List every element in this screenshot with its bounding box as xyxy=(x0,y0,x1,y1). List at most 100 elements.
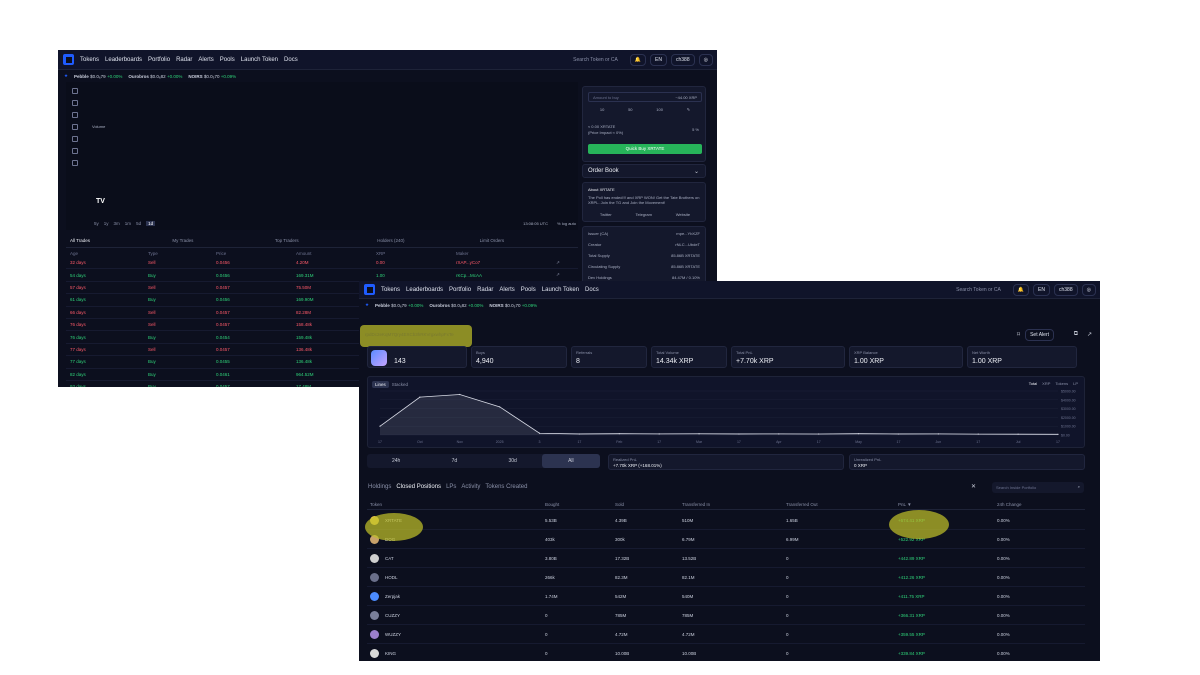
position-row[interactable]: CAT 3.80B 17.32B 13.52B 0 +442.89 XRP 0.00% xyxy=(367,549,1085,568)
nav-alerts[interactable]: Alerts xyxy=(499,287,514,293)
tf-3m[interactable]: 3m xyxy=(114,221,120,226)
position-token[interactable]: Zerpjak xyxy=(367,591,545,601)
col-transferred-out[interactable]: Transferred Out xyxy=(786,502,898,507)
tab-holders[interactable]: Holders (240) xyxy=(373,238,475,247)
star-icon[interactable]: ★ xyxy=(64,73,68,79)
position-token[interactable]: WUZZY xyxy=(367,629,545,639)
col-bought[interactable]: Bought xyxy=(545,502,615,507)
tab-all-trades[interactable]: All Trades xyxy=(66,238,168,247)
range-24h[interactable]: 24h xyxy=(367,454,425,468)
nav-pools[interactable]: Pools xyxy=(521,287,536,293)
nav-tokens[interactable]: Tokens xyxy=(80,57,99,63)
amount-input[interactable]: Amount to buy ~44.00 XRP xyxy=(588,92,702,102)
position-row[interactable]: HODL 266k 82.3M 82.1M 0 +412.26 XRP 0.00% xyxy=(367,568,1085,587)
tab-holdings[interactable]: Holdings xyxy=(368,484,391,490)
order-book-header[interactable]: Order Book ⌄ xyxy=(582,164,706,178)
website-link[interactable]: Website xyxy=(676,212,690,217)
tab-limit-orders[interactable]: Limit Orders xyxy=(476,238,578,247)
quick-buy-button[interactable]: Quick Buy XRTATE xyxy=(588,144,702,154)
portfolio-search-input[interactable]: Search Inside Portfolio ⌕ xyxy=(992,482,1084,493)
language-select[interactable]: EN xyxy=(1033,283,1050,296)
trendline-icon[interactable] xyxy=(72,100,78,106)
position-token[interactable]: CAT xyxy=(367,553,545,563)
col-pnl[interactable]: PnL ▼ xyxy=(898,502,997,507)
logo-icon[interactable] xyxy=(364,284,375,295)
external-link-icon[interactable]: ↗ xyxy=(556,260,578,266)
trade-maker[interactable]: rXAP...yCo7 xyxy=(456,260,556,265)
scale-options[interactable]: % log auto xyxy=(557,221,576,226)
slippage-value[interactable]: 5 % xyxy=(692,127,699,132)
position-row[interactable]: CUZZY 0 785M 785M 0 +366.31 XRP 0.00% xyxy=(367,606,1085,625)
max-label[interactable]: ~44.00 XRP xyxy=(675,95,697,100)
tf-1d[interactable]: 1d xyxy=(146,221,156,226)
portfolio-chart[interactable]: Lines Stacked Total XRP Tokens LP $5000.… xyxy=(367,376,1085,448)
col-amount[interactable]: Amount xyxy=(296,251,376,256)
nav-docs[interactable]: Docs xyxy=(585,287,599,293)
tf-5y[interactable]: 5y xyxy=(94,221,99,226)
wallet-balance[interactable]: ch388 xyxy=(1054,283,1078,296)
range-all[interactable]: All xyxy=(541,454,600,468)
logo-icon[interactable] xyxy=(63,54,74,65)
preset-50[interactable]: 50 xyxy=(628,107,632,112)
copy-icon[interactable]: ⧉ xyxy=(1074,331,1078,338)
nav-launch-token[interactable]: Launch Token xyxy=(542,287,579,293)
info-value[interactable]: 85.86B XRTATE xyxy=(671,264,700,273)
measure-icon[interactable] xyxy=(72,124,78,130)
position-row[interactable]: DOG403k300k6.79M6.99M+522.92 XRP0.00% xyxy=(367,530,1085,549)
info-value[interactable]: 85.86B XRTATE xyxy=(671,253,700,262)
col-maker[interactable]: Maker xyxy=(456,251,556,256)
info-value[interactable]: rNLC...UbdeT xyxy=(675,242,700,251)
chevron-down-icon[interactable]: ⌄ xyxy=(694,168,699,175)
search-input[interactable]: Search Token or CA xyxy=(573,57,618,63)
tab-my-trades[interactable]: My Trades xyxy=(168,238,270,247)
lock-icon[interactable] xyxy=(72,160,78,166)
position-row[interactable]: KING 0 10.00B 10.00B 0 +339.84 XRP 0.00% xyxy=(367,644,1085,661)
star-icon[interactable]: ★ xyxy=(365,302,369,308)
nav-radar[interactable]: Radar xyxy=(176,57,192,63)
nav-docs[interactable]: Docs xyxy=(284,57,298,63)
nav-launch-token[interactable]: Launch Token xyxy=(241,57,278,63)
info-value[interactable]: rnpe...YbXZF xyxy=(676,231,700,240)
external-link-icon[interactable]: ↗ xyxy=(556,272,578,278)
ticker-noirs[interactable]: NOIRS $0.0₅70 +0.09% xyxy=(489,303,537,308)
bell-icon[interactable]: 🔔 xyxy=(1012,283,1030,296)
crosshair-icon[interactable] xyxy=(72,88,78,94)
nav-alerts[interactable]: Alerts xyxy=(198,57,213,63)
ticker-noirs[interactable]: NOIRS $0.0₅70 +0.09% xyxy=(188,74,236,79)
ticker-pebble[interactable]: Pebble $0.0₆79 +0.00% xyxy=(74,74,122,79)
edit-icon[interactable]: ✎ xyxy=(687,107,690,112)
nav-leaderboards[interactable]: Leaderboards xyxy=(105,57,142,63)
brush-icon[interactable] xyxy=(72,136,78,142)
position-row[interactable]: WUZZY 0 4.72M 4.72M 0 +359.55 XRP 0.00% xyxy=(367,625,1085,644)
tab-closed-positions[interactable]: Closed Positions xyxy=(396,484,441,490)
ticker-ourobros[interactable]: Ourobros $0.0₆82 +0.00% xyxy=(128,74,182,79)
close-icon[interactable]: ✕ xyxy=(971,483,976,490)
col-xrp[interactable]: XRP xyxy=(376,251,456,256)
search-input[interactable]: Search Token or CA xyxy=(956,287,1001,293)
wallet-balance[interactable]: ch388 xyxy=(671,53,695,66)
position-row[interactable]: XRTATE5.53B4.39B510M1.65B+674.41 XRP0.00… xyxy=(367,511,1085,530)
bookmark-icon[interactable]: ⌑ xyxy=(1017,331,1020,338)
preset-10[interactable]: 10 xyxy=(600,107,604,112)
nav-radar[interactable]: Radar xyxy=(477,287,493,293)
account-icon[interactable]: ◎ xyxy=(1081,283,1096,296)
col-price[interactable]: Price xyxy=(216,251,296,256)
telegram-link[interactable]: Telegram xyxy=(635,212,651,217)
range-30d[interactable]: 30d xyxy=(484,454,542,468)
col-sold[interactable]: Sold xyxy=(615,502,682,507)
nav-portfolio[interactable]: Portfolio xyxy=(449,287,471,293)
tab-lps[interactable]: LPs xyxy=(446,484,456,490)
twitter-link[interactable]: Twitter xyxy=(600,212,612,217)
col-age[interactable]: Age xyxy=(66,251,148,256)
preset-100[interactable]: 100 xyxy=(656,107,663,112)
set-alert-button[interactable]: Set Alert xyxy=(1025,329,1054,341)
col-24h-change[interactable]: 24h Change xyxy=(997,502,1077,507)
nav-pools[interactable]: Pools xyxy=(220,57,235,63)
position-row[interactable]: Zerpjak 1.74M 542M 540M 0 +411.75 XRP 0.00% xyxy=(367,587,1085,606)
wallet-address[interactable]: rpdDc2eKqM7Qry4EXCb3hRKVrgxwhpFxTe xyxy=(365,332,454,337)
tf-1m[interactable]: 1m xyxy=(125,221,131,226)
nav-portfolio[interactable]: Portfolio xyxy=(148,57,170,63)
ticker-ourobros[interactable]: Ourobros $0.0₆82 +0.00% xyxy=(429,303,483,308)
tf-1y[interactable]: 1y xyxy=(104,221,109,226)
tab-tokens-created[interactable]: Tokens Created xyxy=(485,484,527,490)
